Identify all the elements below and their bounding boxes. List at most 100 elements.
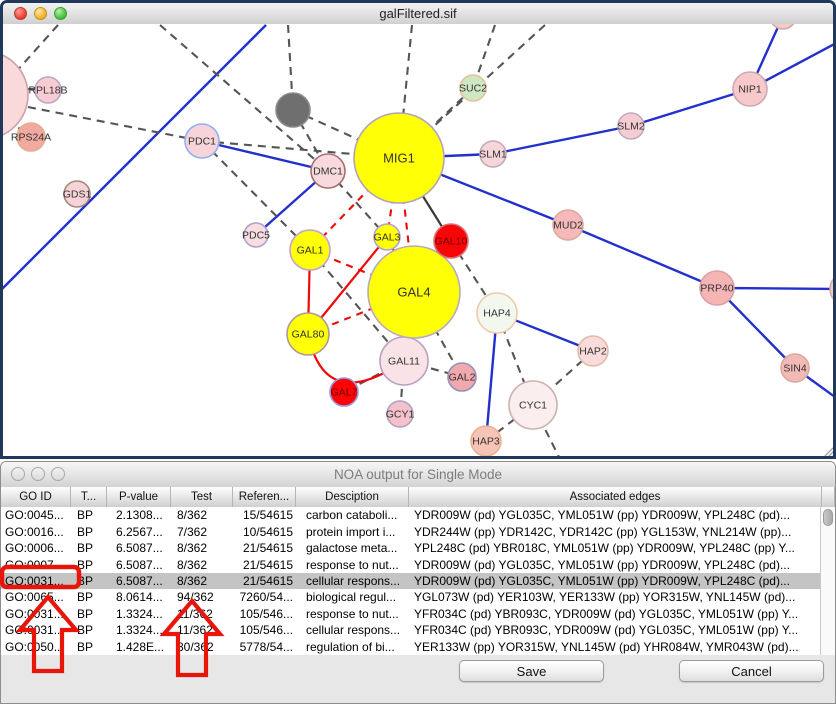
table-cell: GO:0050... [1,640,71,654]
resize-grip-icon[interactable] [822,447,833,456]
graph-node-label: MUD2 [553,220,583,232]
table-cell: YDR244W (pp) YDR142C, YDR142C (pp) YGL15… [409,525,822,539]
network-window-title: galFiltered.sif [3,6,833,21]
graph-node-label: CYC1 [519,400,547,412]
graph-node-label: GDS1 [63,189,92,201]
graph-node-label: GAL2 [449,372,476,384]
column-header-p-value[interactable]: P-value [107,487,171,507]
table-cell: 1.3324... [107,607,171,621]
graph-node-label: GAL80 [292,329,325,341]
table-cell: BP [71,525,107,539]
graph-node-label: GAL3 [374,232,401,244]
graph-node-label: HAP2 [579,346,607,358]
table-row[interactable]: GO:0007...BP6.5087...8/36221/54615respon… [1,556,822,572]
table-cell: 21/54615 [233,574,296,588]
table-cell: BP [71,623,107,637]
column-header-referen-[interactable]: Referen... [233,487,296,507]
save-button[interactable]: Save [459,660,604,682]
table-cell: response to nut... [296,558,409,572]
table-row[interactable]: GO:0031...BP1.3324...11/362105/546...cel… [1,622,822,638]
table-row[interactable]: GO:0006...BP6.5087...8/36221/54615galact… [1,540,822,556]
graph-node-label: SIN4 [783,363,807,375]
table-cell: 7260/54... [233,590,296,604]
table-cell: 6.5087... [107,574,171,588]
results-table-body: GO:0045...BP2.1308...8/36215/54615carbon… [1,507,822,655]
table-row[interactable]: GO:0031...BP6.5087...8/36221/54615cellul… [1,573,822,589]
graph-edge [568,225,717,288]
results-table-header: GO IDT...P-valueTestReferen...Desciption… [1,487,835,508]
table-cell: 10/54615 [233,525,296,539]
cancel-button[interactable]: Cancel [679,660,824,682]
table-cell: 7/362 [171,525,233,539]
noa-window: NOA output for Single Mode GO IDT...P-va… [0,461,836,704]
graph-edge [28,107,202,141]
table-cell: 5778/54... [233,640,296,654]
graph-node-label: RPS24A [11,132,51,144]
table-cell: 6.5087... [107,541,171,555]
graph-node-label: MSL1 [832,284,833,296]
table-cell: GO:0031... [1,574,71,588]
network-window-titlebar[interactable]: galFiltered.sif [3,3,833,25]
graph-node-label: PDC5 [242,230,270,242]
graph-node-label: HAP3 [472,436,500,448]
table-cell: YDR009W (pd) YGL035C, YML051W (pp) YDR00… [409,574,822,588]
table-cell: 6.2567... [107,525,171,539]
graph-node-label: SLM2 [617,121,645,133]
table-cell: GO:0065... [1,590,71,604]
table-cell: BP [71,574,107,588]
table-cell: YDR009W (pd) YGL035C, YML051W (pp) YDR00… [409,558,822,572]
network-canvas-svg: RPL18BRPS24AGDS1PDC1DMC1MIG1SUC2NIP1SLM2… [3,24,833,456]
table-cell: 6.5087... [107,558,171,572]
network-canvas[interactable]: RPL18BRPS24AGDS1PDC1DMC1MIG1SUC2NIP1SLM2… [3,24,833,456]
table-cell: BP [71,590,107,604]
table-cell: YDR009W (pd) YGL035C, YML051W (pp) YDR00… [409,508,822,522]
graph-node-label: PDC1 [188,136,216,148]
column-header-test[interactable]: Test [171,487,233,507]
noa-window-titlebar[interactable]: NOA output for Single Mode [1,462,835,488]
table-cell: BP [71,607,107,621]
table-cell: 8/362 [171,558,233,572]
column-header-t-[interactable]: T... [71,487,107,507]
table-cell: cellular respons... [296,623,409,637]
graph-node-unlabeled[interactable] [276,93,310,127]
graph-edge [3,25,266,291]
graph-node-label: HAP4 [483,308,511,320]
table-cell: GO:0045... [1,508,71,522]
graph-node-label: PRP40 [700,283,733,295]
vertical-scrollbar[interactable] [820,507,835,655]
table-row[interactable]: GO:0045...BP2.1308...8/36215/54615carbon… [1,507,822,523]
column-header-desciption[interactable]: Desciption [296,487,409,507]
table-row[interactable]: GO:0031...BP1.3324...11/362105/546...res… [1,606,822,622]
table-cell: 8/362 [171,574,233,588]
column-header-associated-edges[interactable]: Associated edges [409,487,822,507]
table-row[interactable]: GO:0050...BP1.428E...80/3625778/54...reg… [1,639,822,655]
column-header-go-id[interactable]: GO ID [1,487,71,507]
table-cell: carbon cataboli... [296,508,409,522]
graph-node-label: SUC2 [459,83,487,95]
noa-window-title: NOA output for Single Mode [1,467,835,482]
graph-node-label: SLM1 [479,149,507,161]
table-cell: BP [71,508,107,522]
screenshot-root: galFiltered.sif RPL18BRPS24AGDS1PDC1DMC1… [0,0,836,704]
table-cell: 1.3324... [107,623,171,637]
table-cell: YFR034C (pd) YBR093C, YDR009W (pd) YGL03… [409,607,822,621]
table-row[interactable]: GO:0016...BP6.2567...7/36210/54615protei… [1,523,822,539]
table-row[interactable]: GO:0065...BP8.0614...94/3627260/54...bio… [1,589,822,605]
table-cell: BP [71,541,107,555]
graph-node-label: GAL4 [397,285,430,300]
graph-node-unlabeled[interactable] [770,24,796,29]
table-cell: 11/362 [171,607,233,621]
table-cell: protein import i... [296,525,409,539]
table-cell: 21/54615 [233,558,296,572]
graph-node-label: GAL7 [331,387,358,399]
graph-node-label: GCY1 [386,409,415,421]
graph-node-label: MIG1 [383,151,415,166]
table-cell: GO:0007... [1,558,71,572]
graph-node-label: GAL1 [297,245,324,257]
table-cell: 1.428E... [107,640,171,654]
table-cell: galactose meta... [296,541,409,555]
table-cell: 105/546... [233,623,296,637]
table-cell: GO:0031... [1,607,71,621]
scrollbar-thumb[interactable] [823,509,833,526]
table-cell: YGL073W (pd) YER103W, YER133W (pp) YOR31… [409,590,822,604]
